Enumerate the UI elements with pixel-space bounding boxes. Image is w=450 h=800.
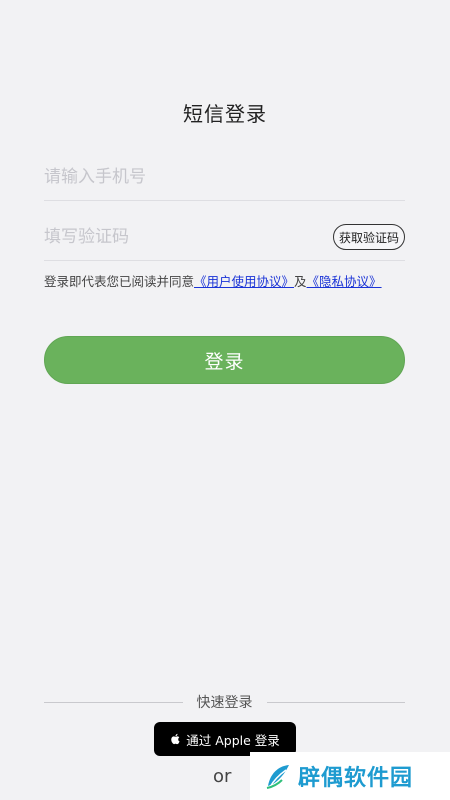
phone-field-row [44, 152, 405, 201]
leaf-logo-icon [264, 762, 292, 790]
quick-login-divider: 快速登录 [44, 692, 405, 712]
apple-login-label: 通过 Apple 登录 [186, 732, 280, 748]
agreement-conjunction: 及 [294, 274, 307, 289]
watermark-banner: 辟偶软件园 [250, 752, 450, 800]
login-button[interactable]: 登录 [44, 336, 405, 384]
quick-login-label: 快速登录 [196, 695, 253, 711]
apple-logo-icon [170, 733, 180, 745]
code-field-row: 获取验证码 [44, 212, 405, 261]
watermark-text: 辟偶软件园 [298, 766, 414, 791]
page-title: 短信登录 [183, 102, 267, 126]
phone-input[interactable] [44, 162, 324, 192]
divider-line-left [44, 701, 183, 703]
divider-line-right [266, 701, 405, 703]
agreement-text: 登录即代表您已阅读并同意《用户使用协议》及《隐私协议》 [44, 272, 394, 292]
privacy-agreement-link[interactable]: 《隐私协议》 [307, 274, 382, 289]
user-agreement-link[interactable]: 《用户使用协议》 [194, 274, 294, 289]
or-text: or [213, 766, 232, 787]
verification-code-input[interactable] [44, 222, 324, 252]
agreement-prefix: 登录即代表您已阅读并同意 [44, 274, 195, 289]
get-code-button[interactable]: 获取验证码 [332, 224, 405, 250]
apple-login-button[interactable]: 通过 Apple 登录 [154, 722, 296, 756]
